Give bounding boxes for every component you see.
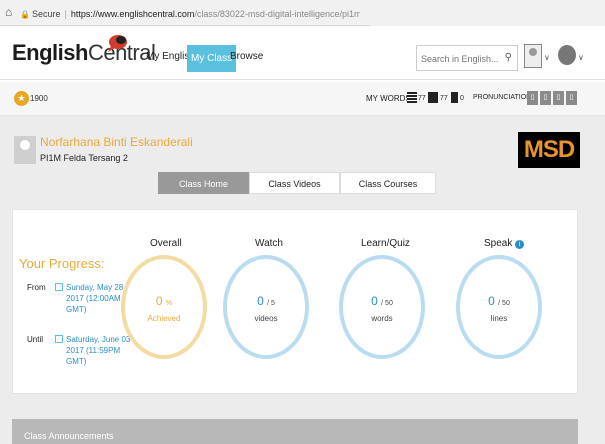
msd-logo: MSD [518, 132, 580, 168]
language-chevron-down-icon[interactable]: ∨ [578, 53, 584, 62]
tab-class-courses[interactable]: Class Courses [340, 172, 436, 194]
top-nav: EnglishCentral My English My Class Brows… [0, 26, 605, 80]
overall-number: 0 [155, 294, 163, 308]
address-bar-filler [370, 0, 605, 26]
until-date-line-1: Saturday, June 03 [66, 335, 131, 344]
points-coin-icon: ★ [14, 91, 29, 106]
word-bookmark-icon[interactable] [451, 92, 458, 103]
profile-name[interactable]: Norfarhana Binti Eskanderali [40, 135, 193, 149]
url-separator: | [64, 9, 67, 19]
calendar-from-icon[interactable] [55, 283, 63, 291]
overall-value: 0 % [121, 294, 207, 308]
browser-address-bar: ⌂ 🔒 Secure | https://www.englishcentral.com… [0, 0, 605, 26]
watch-number: 0 [257, 294, 264, 308]
points-count: 1900 [30, 94, 48, 103]
speak-header: Speak i [484, 238, 525, 249]
until-label: Until [27, 335, 44, 344]
englishcentral-logo[interactable]: EnglishCentral [12, 40, 156, 66]
from-date[interactable]: Sunday, May 28 2017 (12:00AM GMT) [66, 282, 123, 315]
pronunciation-level-2-button[interactable]: ▯ [540, 91, 551, 105]
until-date-line-3: GMT) [66, 357, 87, 366]
watch-value: 0 / 5 [223, 294, 309, 308]
nav-browse[interactable]: Browse [230, 51, 263, 62]
tab-class-home[interactable]: Class Home [158, 172, 249, 194]
search-input[interactable] [421, 54, 501, 64]
until-date[interactable]: Saturday, June 03 2017 (11:59PM GMT) [66, 334, 130, 367]
watch-header: Watch [255, 238, 283, 249]
speak-unit: / 50 [498, 300, 510, 307]
watch-unit: / 5 [267, 300, 275, 307]
class-announcements-header[interactable]: Class Announcements [12, 419, 578, 444]
pronunciation-level-1-button[interactable]: ▯ [527, 91, 538, 105]
logo-bold-text: English [12, 40, 88, 65]
speak-header-text: Speak [484, 238, 513, 249]
speech-bubble-logo-icon [108, 35, 127, 52]
word-count-bookmark: 0 [460, 95, 464, 102]
overall-header: Overall [150, 238, 182, 249]
progress-title: Your Progress: [19, 256, 105, 271]
speak-value: 0 / 50 [456, 294, 542, 308]
home-icon[interactable]: ⌂ [5, 5, 12, 19]
secure-label: Secure [31, 9, 61, 19]
url-host: www.englishcentral.com [97, 9, 195, 19]
learn-quiz-sub: words [371, 314, 393, 323]
word-list-icon[interactable] [407, 92, 417, 103]
overall-unit: % [165, 300, 173, 307]
word-count-card: 77 [440, 95, 448, 102]
globe-icon[interactable] [558, 45, 576, 65]
word-card-icon[interactable] [428, 92, 438, 103]
from-date-line-1: Sunday, May 28 [66, 283, 124, 292]
from-date-line-3: GMT) [66, 305, 87, 314]
from-label: From [27, 283, 46, 292]
learn-quiz-header: Learn/Quiz [361, 238, 410, 249]
learn-quiz-value: 0 / 50 [339, 294, 425, 308]
pronunciation-level-3-button[interactable]: ▯ [553, 91, 564, 105]
tab-class-videos[interactable]: Class Videos [249, 172, 340, 194]
watch-sub: videos [254, 314, 278, 323]
overall-sub: Achieved [147, 314, 181, 323]
search-icon[interactable]: ⚲ [505, 52, 512, 63]
from-date-line-2: 2017 (12:00AM [66, 294, 121, 303]
info-icon[interactable]: i [515, 240, 525, 249]
nav-my-class[interactable]: My Class [187, 45, 237, 72]
url-field[interactable]: 🔒 Secure | https://www.englishcentral.com/c… [20, 6, 360, 22]
speak-number: 0 [488, 294, 495, 308]
status-bar: ★ 1900 MY WORDS : 77 77 0 PRONUNCIATION … [0, 82, 605, 116]
speak-sub: lines [490, 314, 508, 323]
url-path: /class/83022-msd-digital-intelligence/pi… [194, 9, 360, 19]
profile-school: PI1M Felda Tersang 2 [40, 153, 128, 163]
calendar-until-icon[interactable] [55, 335, 63, 343]
profile-avatar [14, 136, 36, 164]
chevron-down-icon[interactable]: ∨ [544, 53, 550, 62]
learn-quiz-unit: / 50 [381, 300, 393, 307]
until-date-line-2: 2017 (11:59PM [66, 346, 121, 355]
pronunciation-level-4-button[interactable]: ▯ [566, 91, 577, 105]
word-count-list: 77 [418, 95, 426, 102]
url-protocol: https:// [70, 9, 98, 19]
search-box[interactable]: ⚲ [416, 45, 518, 71]
lock-icon: 🔒 [20, 10, 30, 19]
pronunciation-label: PRONUNCIATION [473, 94, 532, 101]
user-avatar-icon[interactable] [524, 44, 542, 68]
learn-quiz-number: 0 [371, 294, 378, 308]
